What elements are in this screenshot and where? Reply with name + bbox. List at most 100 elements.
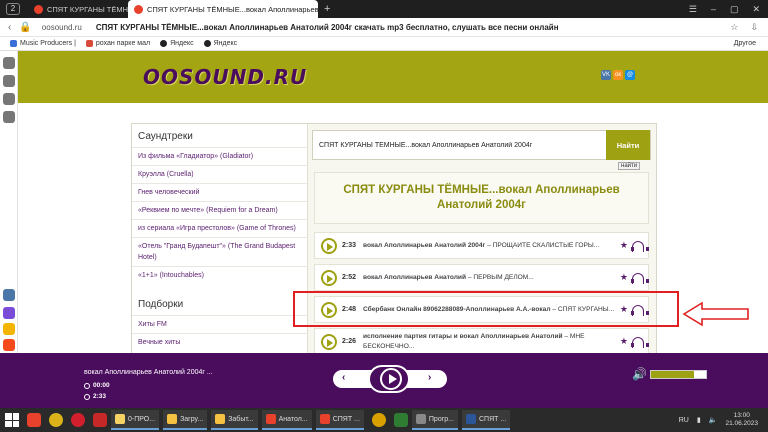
bookmark-star-icon[interactable]: ☆	[730, 22, 738, 33]
close-window-icon[interactable]: ✕	[752, 4, 760, 15]
sidebar-item[interactable]: «1+1» (Intouchables)	[132, 266, 307, 284]
previous-icon[interactable]: ‹	[342, 372, 345, 383]
sidebar-item[interactable]: из сериала «Игра престолов» (Game of Thr…	[132, 219, 307, 237]
new-tab-icon[interactable]: +	[324, 3, 330, 15]
site-favicon-icon	[134, 4, 143, 14]
sidebar-item[interactable]: Гнев человеческий	[132, 183, 307, 201]
yandex-browser-icon[interactable]	[27, 413, 41, 427]
sidebar: Саундтреки Из фильма «Гладиатор» (Gladia…	[132, 124, 308, 353]
sidebar-item[interactable]: «Отель "Гранд Будапешт"» (The Grand Buda…	[132, 237, 307, 266]
tab-active[interactable]: СПЯТ КУРГАНЫ ТЁМНЫЕ...вокал Аполлинарьев…	[128, 0, 318, 18]
star-icon[interactable]: ★	[620, 240, 628, 251]
bookmark-item[interactable]: Яндекс	[160, 40, 194, 47]
yandex-icon	[319, 414, 330, 424]
bookmark-icon	[10, 40, 17, 47]
sidebar-item[interactable]: Из фильма «Гладиатор» (Gladiator)	[132, 147, 307, 165]
sidebar-section-title: Подборки	[138, 299, 184, 310]
system-tray: RU ▮ 🔈 13:00 21.06.2023	[679, 412, 758, 428]
taskbar-item[interactable]: СПЯТ ...	[315, 410, 364, 430]
minimize-icon[interactable]: –	[711, 4, 716, 15]
star-icon[interactable]: ★	[620, 336, 628, 347]
tab-label: СПЯТ КУРГАНЫ ТЁМНЫЕ...вокал Аполлинарьев…	[147, 4, 318, 14]
play-icon[interactable]	[321, 269, 337, 286]
yandex-icon	[160, 40, 168, 47]
taskbar-item[interactable]: СПЯТ ...	[462, 410, 511, 430]
lock-icon: 🔒	[19, 21, 32, 33]
taskbar-item[interactable]: Анатол...	[261, 410, 312, 430]
bookmark-item[interactable]: Music Producers |	[10, 40, 76, 47]
notes-icon[interactable]	[3, 75, 15, 87]
url-domain[interactable]: oosound.ru	[42, 23, 82, 32]
download-icon[interactable]: ⇩	[750, 22, 758, 33]
total-time: 2:33	[84, 393, 106, 400]
star-icon[interactable]: ★	[620, 272, 628, 283]
odnoklassniki-icon[interactable]: ок	[613, 70, 623, 80]
app-icon[interactable]	[393, 413, 408, 427]
play-icon[interactable]	[321, 237, 337, 254]
volume-icon[interactable]: 🔊	[632, 367, 647, 381]
back-icon[interactable]: ‹	[8, 22, 11, 33]
headphones-icon[interactable]	[631, 337, 649, 348]
mail-icon[interactable]	[3, 339, 15, 351]
sidebar-item[interactable]: Хиты FM	[132, 315, 307, 333]
page-title: СПЯТ КУРГАНЫ ТЁМНЫЕ...вокал Аполлинарьев…	[314, 172, 649, 224]
track-name[interactable]: вокал Аполлинарьев Анатолий – ПЕРВЫМ ДЕЛ…	[363, 274, 615, 281]
taskbar-item[interactable]: 0-ПРО...	[111, 410, 160, 430]
next-icon[interactable]: ›	[428, 372, 431, 383]
maximize-icon[interactable]: ▢	[730, 4, 739, 15]
taskbar-item[interactable]: Забыт...	[211, 410, 258, 430]
url-page-title: СПЯТ КУРГАНЫ ТЁМНЫЕ...вокал Аполлинарьев…	[95, 22, 559, 32]
search-input[interactable]	[313, 141, 606, 149]
sidebar-item[interactable]: «Реквием по мечте» (Requiem for a Dream)	[132, 201, 307, 219]
yandex-icon[interactable]	[93, 413, 107, 427]
vk-icon[interactable]: VK	[601, 70, 611, 80]
search-button[interactable]: Найти	[606, 130, 650, 160]
track-name[interactable]: исполнение партия гитары и вокал Аполлин…	[363, 332, 615, 352]
media-icon[interactable]	[371, 413, 386, 427]
volume-slider[interactable]	[650, 370, 707, 379]
track-row[interactable]: 2:33 вокал Аполлинарьев Анатолий 2004г –…	[314, 232, 649, 259]
site-logo[interactable]: OOSOUND.RU	[143, 65, 307, 89]
tab-label: СПЯТ КУРГАНЫ ТЁМНЫ	[47, 4, 128, 14]
windows-taskbar: 0-ПРО... Загру... Забыт... Анатол... СПЯ…	[0, 408, 768, 432]
search-form: Найти	[312, 130, 651, 160]
track-row[interactable]: 2:52 вокал Аполлинарьев Анатолий – ПЕРВЫ…	[314, 264, 649, 291]
bookmark-item[interactable]: Яндекс	[203, 40, 237, 47]
sidebar-item[interactable]: Круэлла (Cruella)	[132, 165, 307, 183]
tab-counter[interactable]: 2	[6, 3, 20, 15]
headphones-icon[interactable]	[631, 241, 649, 252]
window-controls: ☰ – ▢ ✕	[689, 4, 768, 15]
play-icon[interactable]	[321, 333, 337, 350]
bookmarks-icon[interactable]	[3, 111, 15, 123]
vk-icon[interactable]	[3, 289, 15, 301]
tray-clock[interactable]: 13:00 21.06.2023	[725, 412, 758, 428]
moimir-icon[interactable]: @	[625, 70, 635, 80]
address-bar: ‹ 🔒 oosound.ru СПЯТ КУРГАНЫ ТЁМНЫЕ...вок…	[0, 18, 768, 37]
tab-inactive[interactable]: СПЯТ КУРГАНЫ ТЁМНЫ ×	[28, 0, 128, 18]
language-indicator[interactable]: RU	[679, 417, 689, 424]
messenger-icon[interactable]	[3, 307, 15, 319]
elapsed-time: 00:00	[84, 382, 110, 389]
bookmark-item[interactable]: рохан парке мал	[85, 40, 150, 47]
audio-player: вокал Аполлинарьев Анатолий 2004г ... 00…	[0, 353, 768, 408]
windows-start-icon[interactable]	[5, 413, 19, 427]
sidebar-item[interactable]: Вечные хиты	[132, 333, 307, 351]
taskbar-item[interactable]: Прогр...	[411, 410, 458, 430]
bookmarks-other[interactable]: Другое	[734, 40, 756, 47]
track-duration: 2:26	[342, 338, 357, 345]
track-row[interactable]: 2:26 исполнение партия гитары и вокал Ап…	[314, 328, 649, 355]
chrome-icon[interactable]	[49, 413, 63, 427]
network-icon[interactable]: ▮	[697, 416, 701, 424]
headphones-icon[interactable]	[631, 273, 649, 284]
play-icon[interactable]	[3, 93, 15, 105]
volume-tray-icon[interactable]: 🔈	[709, 416, 718, 424]
moon-icon[interactable]	[3, 323, 15, 335]
highlight-box	[293, 291, 679, 327]
bookmark-icon[interactable]: ☰	[689, 4, 697, 15]
track-name[interactable]: вокал Аполлинарьев Анатолий 2004г – ПРОЩ…	[363, 242, 615, 249]
play-icon[interactable]	[380, 368, 402, 390]
social-links: VK ок @	[601, 70, 635, 80]
opera-icon[interactable]	[71, 413, 85, 427]
alice-icon[interactable]	[3, 57, 15, 69]
taskbar-item[interactable]: Загру...	[163, 410, 208, 430]
